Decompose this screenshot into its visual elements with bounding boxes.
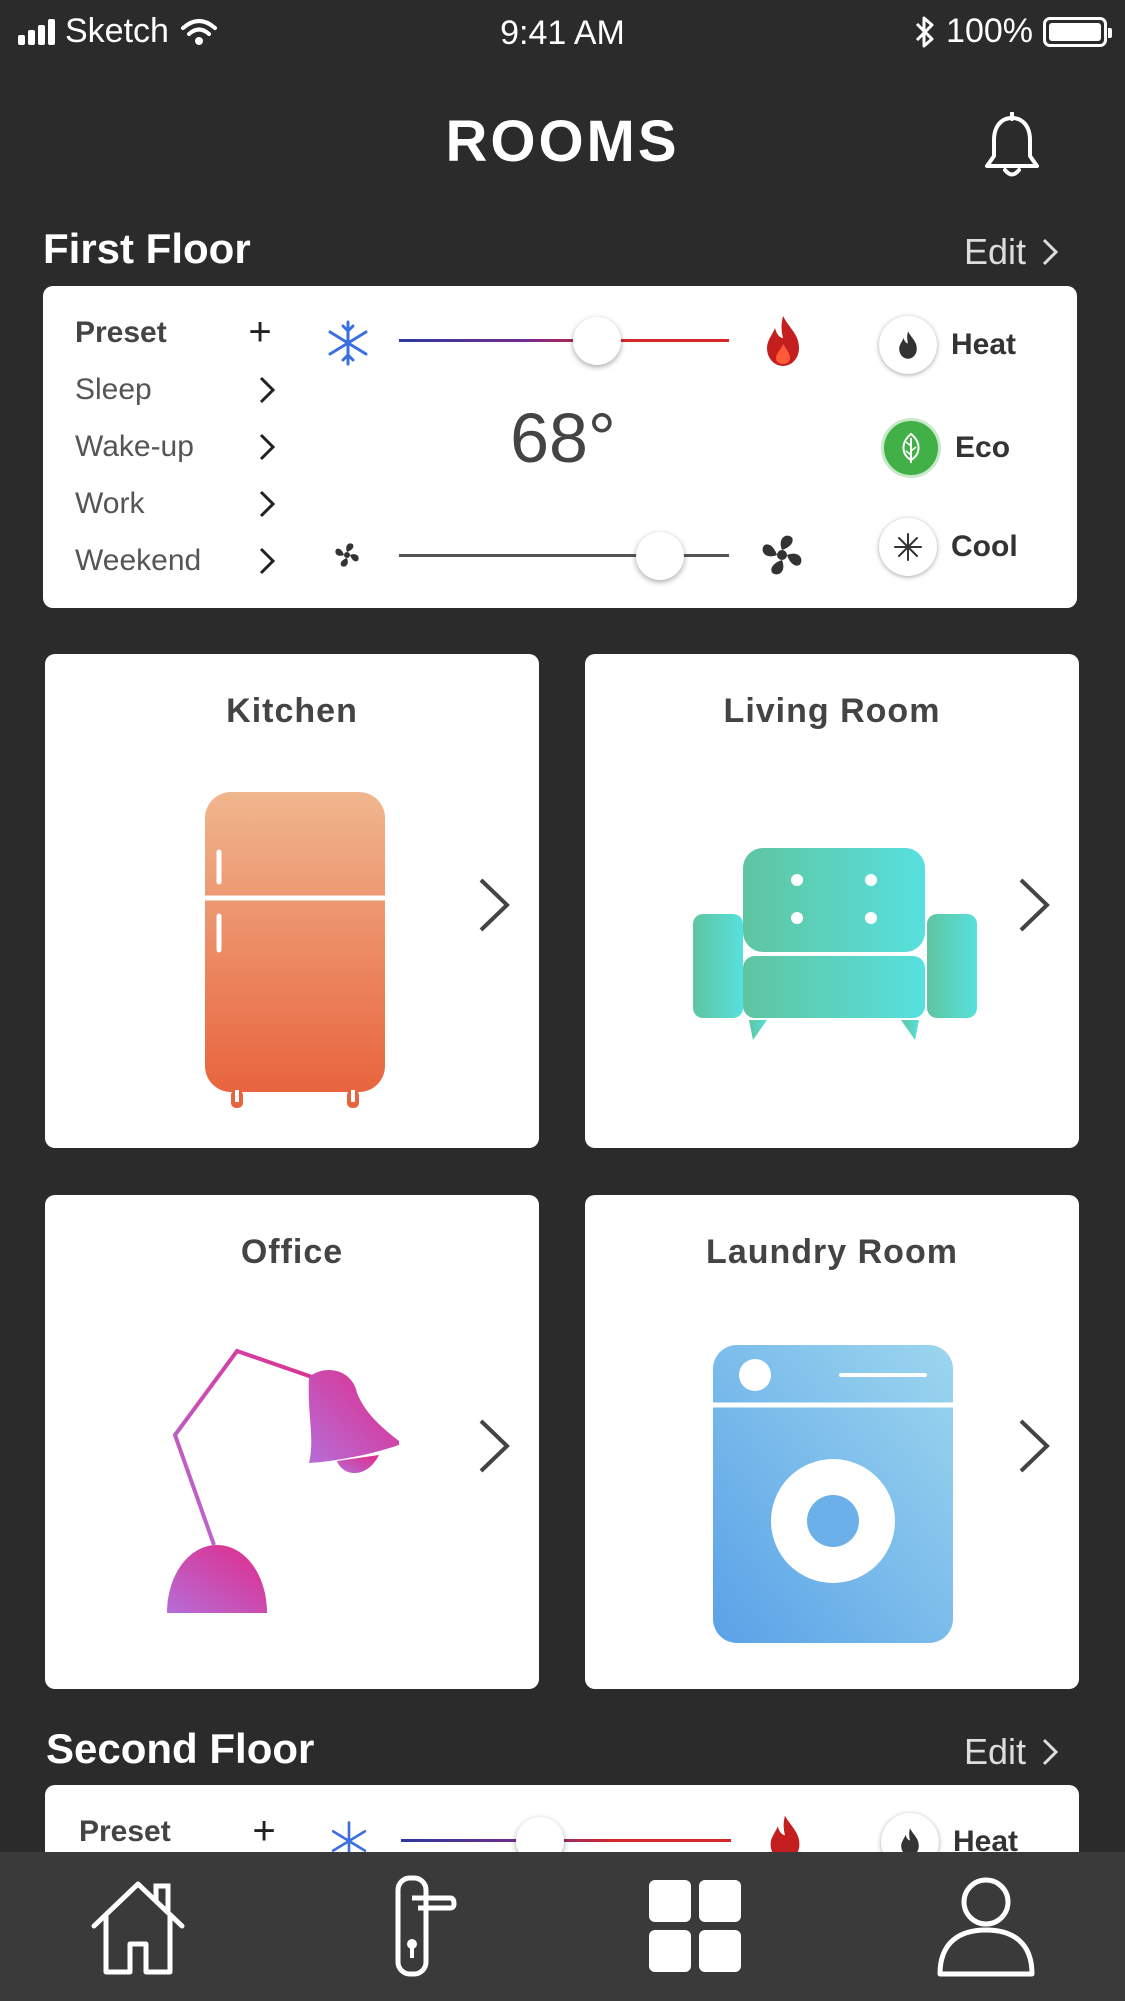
add-preset-button[interactable]: + bbox=[249, 1809, 279, 1852]
temperature-slider-track[interactable] bbox=[401, 1839, 731, 1842]
snowflake-icon bbox=[328, 320, 368, 366]
mode-label: Heat bbox=[953, 1825, 1019, 1852]
add-preset-button[interactable]: + bbox=[245, 310, 275, 355]
temperature-slider-knob[interactable] bbox=[573, 317, 621, 365]
mode-label: Eco bbox=[955, 431, 1011, 464]
snowflake-icon bbox=[331, 1821, 367, 1852]
preset-item-label: Weekend bbox=[75, 543, 202, 577]
room-name: Kitchen bbox=[226, 692, 358, 730]
chevron-right-icon bbox=[479, 878, 510, 932]
mode-heat-button[interactable]: Heat bbox=[879, 316, 1016, 374]
chevron-right-icon bbox=[259, 376, 275, 403]
preset-item-work[interactable]: Work bbox=[75, 475, 275, 532]
room-card-laundry-room[interactable]: Laundry Room bbox=[585, 1195, 1079, 1689]
chevron-right-icon bbox=[1042, 1738, 1059, 1766]
washing-machine-icon bbox=[713, 1345, 953, 1643]
mode-label: Heat bbox=[951, 328, 1017, 361]
grid-icon bbox=[649, 1880, 741, 1972]
preset-item-sleep[interactable]: Sleep bbox=[75, 361, 275, 418]
chevron-right-icon bbox=[479, 1419, 510, 1473]
flame-icon bbox=[879, 316, 937, 374]
temperature-readout: 68° bbox=[510, 399, 616, 477]
flame-icon bbox=[770, 1815, 800, 1852]
edit-label: Edit bbox=[964, 231, 1027, 272]
preset-card-second-floor: Preset + Heat bbox=[45, 1785, 1079, 1852]
chevron-right-icon bbox=[1042, 238, 1059, 266]
preset-list: Preset + Sleep Wake-up Work Weekend bbox=[75, 304, 275, 589]
preset-item-wake-up[interactable]: Wake-up bbox=[75, 418, 275, 475]
tab-profile[interactable] bbox=[934, 1874, 1038, 1978]
status-right: 100% bbox=[914, 12, 1112, 51]
leaf-icon bbox=[881, 418, 941, 478]
snowflake-icon bbox=[879, 518, 937, 576]
edit-second-floor-button[interactable]: Edit bbox=[964, 1731, 1059, 1773]
preset-item-label: Work bbox=[75, 486, 145, 520]
bluetooth-icon bbox=[915, 16, 934, 47]
preset-item-label: Sleep bbox=[75, 372, 152, 406]
fridge-icon bbox=[205, 792, 385, 1108]
temperature-slider-knob[interactable] bbox=[515, 1817, 564, 1852]
door-handle-icon bbox=[395, 1875, 457, 1977]
preset-header: Preset + bbox=[75, 304, 275, 361]
desk-lamp-icon bbox=[167, 1348, 399, 1613]
floor-title-first: First Floor bbox=[43, 225, 251, 272]
home-icon bbox=[91, 1881, 185, 1975]
status-bar: Sketch 9:41 AM 100% bbox=[0, 0, 1125, 66]
temperature-slider-track[interactable] bbox=[399, 339, 729, 342]
bell-icon[interactable] bbox=[982, 112, 1042, 182]
room-name: Laundry Room bbox=[706, 1233, 958, 1271]
battery-icon bbox=[1043, 16, 1112, 47]
tab-home[interactable] bbox=[86, 1874, 190, 1978]
tab-locks[interactable] bbox=[366, 1874, 470, 1978]
chevron-right-icon bbox=[1019, 878, 1050, 932]
mode-heat-button[interactable]: Heat bbox=[881, 1813, 1018, 1852]
chevron-right-icon bbox=[259, 433, 275, 460]
tab-rooms[interactable] bbox=[643, 1874, 747, 1978]
preset-item-label: Wake-up bbox=[75, 429, 194, 463]
mode-cool-button[interactable]: Cool bbox=[879, 518, 1018, 576]
profile-icon bbox=[937, 1877, 1035, 1977]
room-card-office[interactable]: Office bbox=[45, 1195, 539, 1689]
flame-icon bbox=[767, 316, 799, 366]
battery-percent: 100% bbox=[946, 12, 1033, 50]
floor-title-second: Second Floor bbox=[46, 1725, 315, 1772]
preset-header: Preset + bbox=[79, 1809, 279, 1852]
fan-high-icon bbox=[762, 535, 802, 575]
room-name: Office bbox=[240, 1233, 344, 1271]
tab-bar bbox=[0, 1852, 1125, 2001]
fan-low-icon bbox=[335, 543, 359, 567]
room-card-living-room[interactable]: Living Room bbox=[585, 654, 1079, 1148]
preset-card-first-floor: Preset + Sleep Wake-up Work Weekend 68° … bbox=[43, 286, 1077, 608]
flame-icon bbox=[881, 1813, 939, 1852]
chevron-right-icon bbox=[259, 547, 275, 574]
room-name: Living Room bbox=[723, 692, 941, 730]
edit-label: Edit bbox=[964, 1731, 1027, 1772]
edit-first-floor-button[interactable]: Edit bbox=[964, 231, 1059, 273]
mode-label: Cool bbox=[951, 530, 1018, 563]
page-title: ROOMS bbox=[445, 109, 680, 174]
chevron-right-icon bbox=[259, 490, 275, 517]
fan-slider-knob[interactable] bbox=[635, 532, 684, 580]
sofa-icon bbox=[693, 848, 977, 1040]
mode-eco-button[interactable]: Eco bbox=[881, 418, 1010, 478]
preset-item-weekend[interactable]: Weekend bbox=[75, 532, 275, 589]
chevron-right-icon bbox=[1019, 1419, 1050, 1473]
room-card-kitchen[interactable]: Kitchen bbox=[45, 654, 539, 1148]
preset-header-label: Preset bbox=[75, 315, 167, 349]
preset-header-label: Preset bbox=[79, 1814, 171, 1848]
